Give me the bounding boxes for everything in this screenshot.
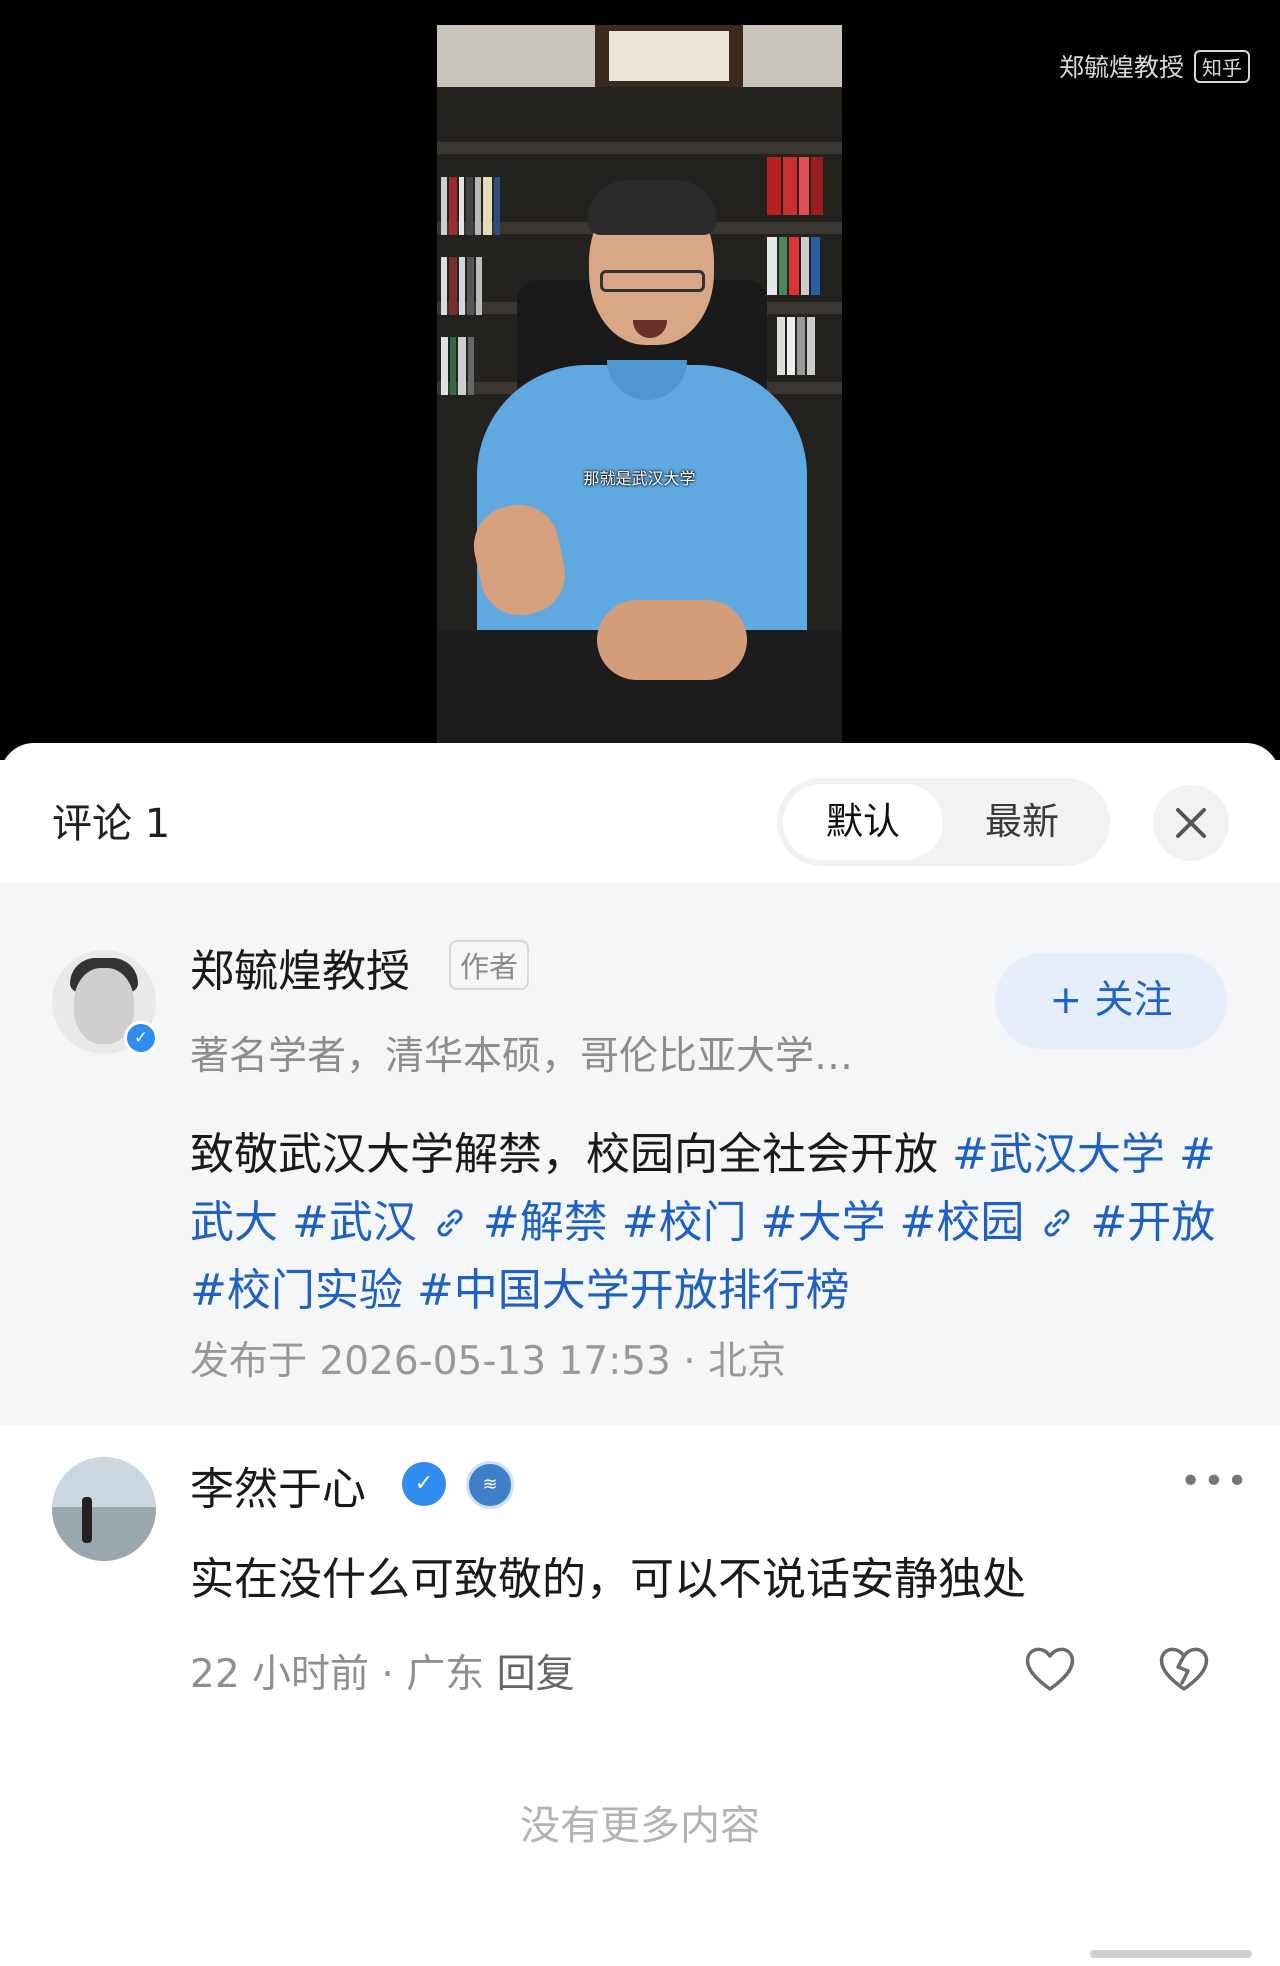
hashtag-link[interactable]: #校园 — [900, 1197, 1025, 1248]
author-tag: 作者 — [449, 940, 530, 990]
zhihu-logo: 知乎 — [1194, 49, 1250, 83]
end-of-list: 没有更多内容 — [520, 1803, 760, 1849]
comment-text: 实在没什么可致敬的，可以不说话安静独处 — [190, 1554, 1026, 1605]
home-indicator — [1090, 1950, 1252, 1958]
sort-latest-tab[interactable]: 最新 — [942, 784, 1102, 860]
close-icon — [1176, 808, 1206, 838]
sort-toggle: 默认 最新 — [777, 778, 1110, 866]
verified-icon: ✓ — [402, 1462, 446, 1506]
reply-button[interactable]: 回复 — [497, 1652, 575, 1697]
hashtag-link[interactable]: #武汉大学 — [952, 1129, 1165, 1180]
dislike-button[interactable] — [1156, 1643, 1212, 1695]
hashtag-link[interactable]: #开放 — [1090, 1197, 1215, 1248]
hashtag-link[interactable]: #武汉 — [292, 1197, 417, 1248]
commenter-avatar[interactable] — [52, 1457, 156, 1561]
hashtag-link[interactable]: #解禁 — [483, 1197, 608, 1248]
post-plain-text: 致敬武汉大学解禁，校园向全社会开放 — [190, 1129, 938, 1180]
post-text: 致敬武汉大学解禁，校园向全社会开放 #武汉大学 #武大 #武汉 #解禁 #校门 … — [190, 1121, 1240, 1325]
link-icon — [1044, 1209, 1070, 1237]
video-player[interactable]: 那就是武汉大学 郑毓煌教授 知乎 — [0, 0, 1280, 760]
comment-meta: 22 小时前 · 广东 回复 — [190, 1643, 575, 1699]
video-frame: 那就是武汉大学 — [437, 25, 842, 745]
more-icon[interactable]: ••• — [1180, 1461, 1250, 1502]
close-button[interactable] — [1153, 785, 1229, 861]
link-icon — [437, 1209, 463, 1237]
comment-time-location: 22 小时前 · 广东 — [190, 1652, 485, 1697]
follow-button[interactable]: + 关注 — [995, 953, 1227, 1049]
video-watermark: 郑毓煌教授 知乎 — [1059, 48, 1250, 84]
comments-sheet: 评论 1 默认 最新 ✓ 郑毓煌教授 作者 著名学者，清华本硕，哥伦比亚大学… … — [0, 743, 1280, 1966]
verified-icon: ✓ — [124, 1021, 158, 1055]
broken-heart-icon — [1159, 1647, 1209, 1691]
comments-title: 评论 1 — [52, 801, 171, 847]
commenter-name[interactable]: 李然于心 — [190, 1453, 366, 1517]
diploma-frame — [595, 25, 743, 87]
author-bio: 著名学者，清华本硕，哥伦比亚大学… — [190, 1034, 854, 1079]
sort-default-tab[interactable]: 默认 — [783, 784, 943, 860]
video-subtitle: 那就是武汉大学 — [583, 469, 696, 488]
hashtag-link[interactable]: #大学 — [761, 1197, 886, 1248]
post-meta: 发布于 2026-05-13 17:53 · 北京 — [190, 1339, 787, 1384]
like-button[interactable] — [1022, 1643, 1078, 1695]
author-name[interactable]: 郑毓煌教授 — [190, 935, 410, 999]
watermark-name: 郑毓煌教授 — [1058, 53, 1184, 82]
hashtag-link[interactable]: #校门实验 — [190, 1265, 403, 1316]
author-post: ✓ 郑毓煌教授 作者 著名学者，清华本硕，哥伦比亚大学… + 关注 致敬武汉大学… — [0, 883, 1280, 1425]
level-badge-icon: ≋ — [466, 1461, 514, 1509]
hashtag-link[interactable]: #中国大学开放排行榜 — [417, 1265, 850, 1316]
hashtag-link[interactable]: #校门 — [622, 1197, 747, 1248]
heart-icon — [1025, 1647, 1075, 1691]
